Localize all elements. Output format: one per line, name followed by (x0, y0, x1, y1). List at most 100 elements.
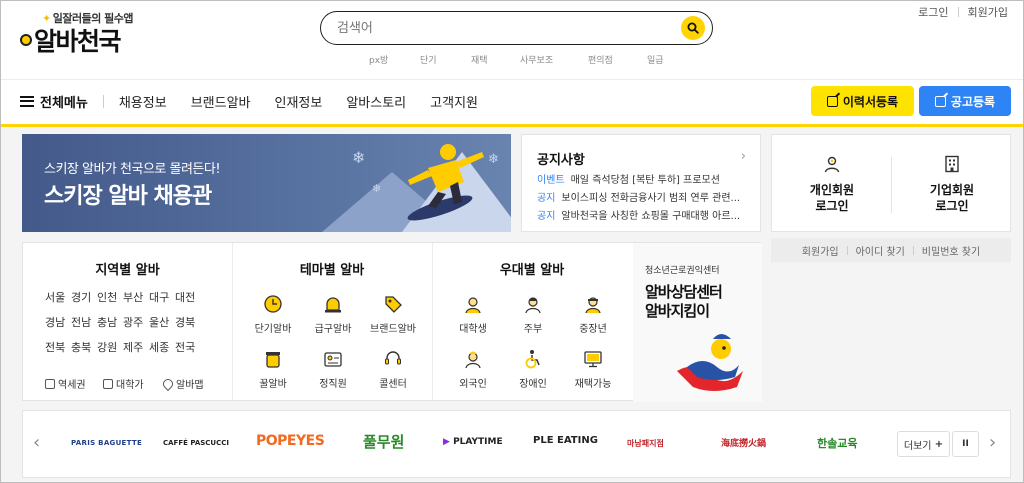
region-link[interactable]: 서울 (45, 289, 71, 305)
snowboarder-illustration (407, 144, 484, 221)
keyword-link[interactable]: 재택 (471, 53, 488, 66)
brand-logo-popeyes[interactable]: POPEYES (256, 433, 325, 449)
theme-label: 콜센터 (379, 379, 407, 390)
region-title: 지역별 알바 (95, 263, 160, 278)
station-area-link[interactable]: 역세권 (45, 376, 86, 391)
nav-item-support[interactable]: 고객지원 (430, 92, 478, 111)
region-link[interactable]: 부산 (123, 289, 149, 305)
pencil-icon (826, 95, 838, 107)
region-link[interactable]: 인천 (97, 289, 123, 305)
theme-item-callcenter[interactable]: 콜센터 (363, 348, 423, 390)
region-link[interactable]: 대구 (149, 289, 175, 305)
keyword-link[interactable]: 편의점 (588, 53, 613, 66)
region-link[interactable]: 세종 (149, 339, 175, 355)
preferred-item-foreigner[interactable]: 외국인 (443, 348, 503, 390)
more-brands-button[interactable]: 더보기 + (897, 431, 950, 457)
region-link[interactable]: 울산 (149, 314, 175, 330)
divider (0, 79, 1024, 80)
preferred-item-middleaged[interactable]: 중장년 (563, 293, 623, 335)
resume-register-button[interactable]: 이력서등록 (811, 86, 914, 116)
signup-link[interactable]: 회원가입 (802, 243, 839, 258)
job-post-label: 공고등록 (950, 94, 996, 109)
plus-icon: + (934, 438, 944, 450)
keyword-link[interactable]: 단기 (420, 53, 437, 66)
chevron-right-icon[interactable]: › (989, 432, 996, 453)
brand-logo-haidilao[interactable]: 海底撈火鍋 (721, 436, 766, 449)
headset-icon (385, 351, 401, 365)
region-link[interactable]: 대전 (175, 289, 201, 305)
brand-logo-playtime[interactable]: ▶ PLAYTIME (443, 437, 503, 447)
banner-subtitle: 스키장 알바가 천국으로 몰려든다! (44, 162, 221, 177)
region-link[interactable]: 경남 (45, 314, 71, 330)
monitor-icon (584, 351, 602, 368)
preferred-item-student[interactable]: 대학생 (443, 293, 503, 335)
pause-icon: II (962, 439, 969, 449)
counsel-center-banner[interactable]: 청소년근로권익센터 알바상담센터 알바지킴이 (633, 243, 762, 402)
login-link[interactable]: 로그인 (918, 4, 948, 20)
all-menu-button[interactable]: 전체메뉴 (20, 92, 88, 111)
site-logo[interactable]: 알바천국 (20, 24, 122, 56)
personal-login-label: 개인회원 (809, 183, 855, 197)
university-area-link[interactable]: 대학가 (103, 376, 144, 391)
chevron-right-icon[interactable]: › (741, 149, 746, 164)
region-link[interactable]: 전남 (71, 314, 97, 330)
search-input[interactable] (337, 19, 667, 37)
keyword-link[interactable]: px방 (369, 53, 388, 66)
region-link[interactable]: 광주 (123, 314, 149, 330)
nav-item-brand[interactable]: 브랜드알바 (191, 92, 251, 111)
theme-item-fulltime[interactable]: 정직원 (303, 348, 363, 390)
student-icon (465, 297, 481, 314)
preferred-item-remote[interactable]: 재택가능 (563, 348, 623, 390)
preferred-item-disabled[interactable]: 장애인 (503, 348, 563, 390)
theme-item-urgent[interactable]: 급구알바 (303, 293, 363, 335)
brand-logo-pascucci[interactable]: CAFFÉ PASCUCCI (163, 439, 229, 447)
keyword-link[interactable]: 일급 (647, 53, 664, 66)
region-link[interactable]: 전북 (45, 339, 71, 355)
brand-logo-pleeating[interactable]: PLE EATING (533, 435, 598, 446)
theme-item-short-term[interactable]: 단기알바 (243, 293, 303, 335)
theme-item-brand[interactable]: 브랜드알바 (363, 293, 423, 335)
nav-item-jobs[interactable]: 채용정보 (119, 92, 167, 111)
region-link[interactable]: 충북 (71, 339, 97, 355)
brand-name: PLAYTIME (453, 437, 503, 447)
find-id-link[interactable]: 아이디 찾기 (856, 243, 905, 258)
ski-banner[interactable]: ❄ ❄ ❄ 스키장 알바가 천국으로 몰려든다! 스키장 알바 채용관 (22, 134, 511, 232)
job-map-link[interactable]: 알바맵 (160, 376, 204, 391)
search-icon (687, 22, 699, 34)
homemaker-icon (525, 297, 541, 314)
hamburger-icon (20, 95, 34, 107)
nav-item-story[interactable]: 알바스토리 (346, 92, 406, 111)
preferred-item-homemaker[interactable]: 주부 (503, 293, 563, 335)
region-link[interactable]: 전국 (175, 339, 201, 355)
nav-item-talent[interactable]: 인재정보 (275, 92, 323, 111)
region-link[interactable]: 경북 (175, 314, 201, 330)
region-link[interactable]: 제주 (123, 339, 149, 355)
notice-item[interactable]: 이벤트 매일 즉석당첨 [복탄 투하] 프로모션 (537, 171, 752, 186)
brand-logo-paris-baguette[interactable]: PARIS BAGUETTE (71, 439, 142, 447)
company-login-button[interactable]: 기업회원 로그인 (892, 155, 1012, 214)
theme-item-honey[interactable]: 꿀알바 (243, 348, 303, 390)
pause-button[interactable]: II (952, 431, 979, 457)
brand-logo-pulmuone[interactable]: 풀무원 (363, 431, 404, 452)
region-link[interactable]: 경기 (71, 289, 97, 305)
preferred-label: 외국인 (459, 379, 487, 390)
category-panel: 지역별 알바 서울 경기 인천 부산 대구 대전 경남 전남 충남 광주 울산 경북 전북 충북 강원 제… (22, 242, 762, 402)
region-link[interactable]: 충남 (97, 314, 123, 330)
find-password-link[interactable]: 비밀번호 찾기 (922, 243, 980, 258)
map-pin-icon (160, 376, 176, 391)
notice-title[interactable]: 공지사항 (537, 149, 585, 168)
notice-item[interactable]: 공지 보이스피싱 전화금융사기 범죄 연루 관련... (537, 189, 752, 204)
job-post-button[interactable]: 공고등록 (919, 86, 1011, 116)
company-login-sublabel: 로그인 (935, 199, 969, 213)
region-link[interactable]: 강원 (97, 339, 123, 355)
search-button[interactable] (681, 16, 705, 40)
signup-link[interactable]: 회원가입 (968, 4, 1008, 20)
keyword-link[interactable]: 사무보조 (520, 53, 553, 66)
banner-title: 스키장 알바 채용관 (44, 184, 212, 209)
notice-item[interactable]: 공지 알바천국을 사칭한 쇼핑몰 구매대행 아르... (537, 207, 752, 222)
brand-logo-hansol[interactable]: 한솔교육 (817, 435, 857, 451)
brand-logo-store[interactable]: 마남패지점 (627, 438, 664, 449)
region-list: 서울 경기 인천 부산 대구 대전 경남 전남 충남 광주 울산 경북 전북 충북 강원 제주 세종 전국 (45, 289, 215, 364)
chevron-left-icon[interactable]: ‹ (33, 432, 40, 453)
personal-login-button[interactable]: 개인회원 로그인 (772, 155, 892, 214)
